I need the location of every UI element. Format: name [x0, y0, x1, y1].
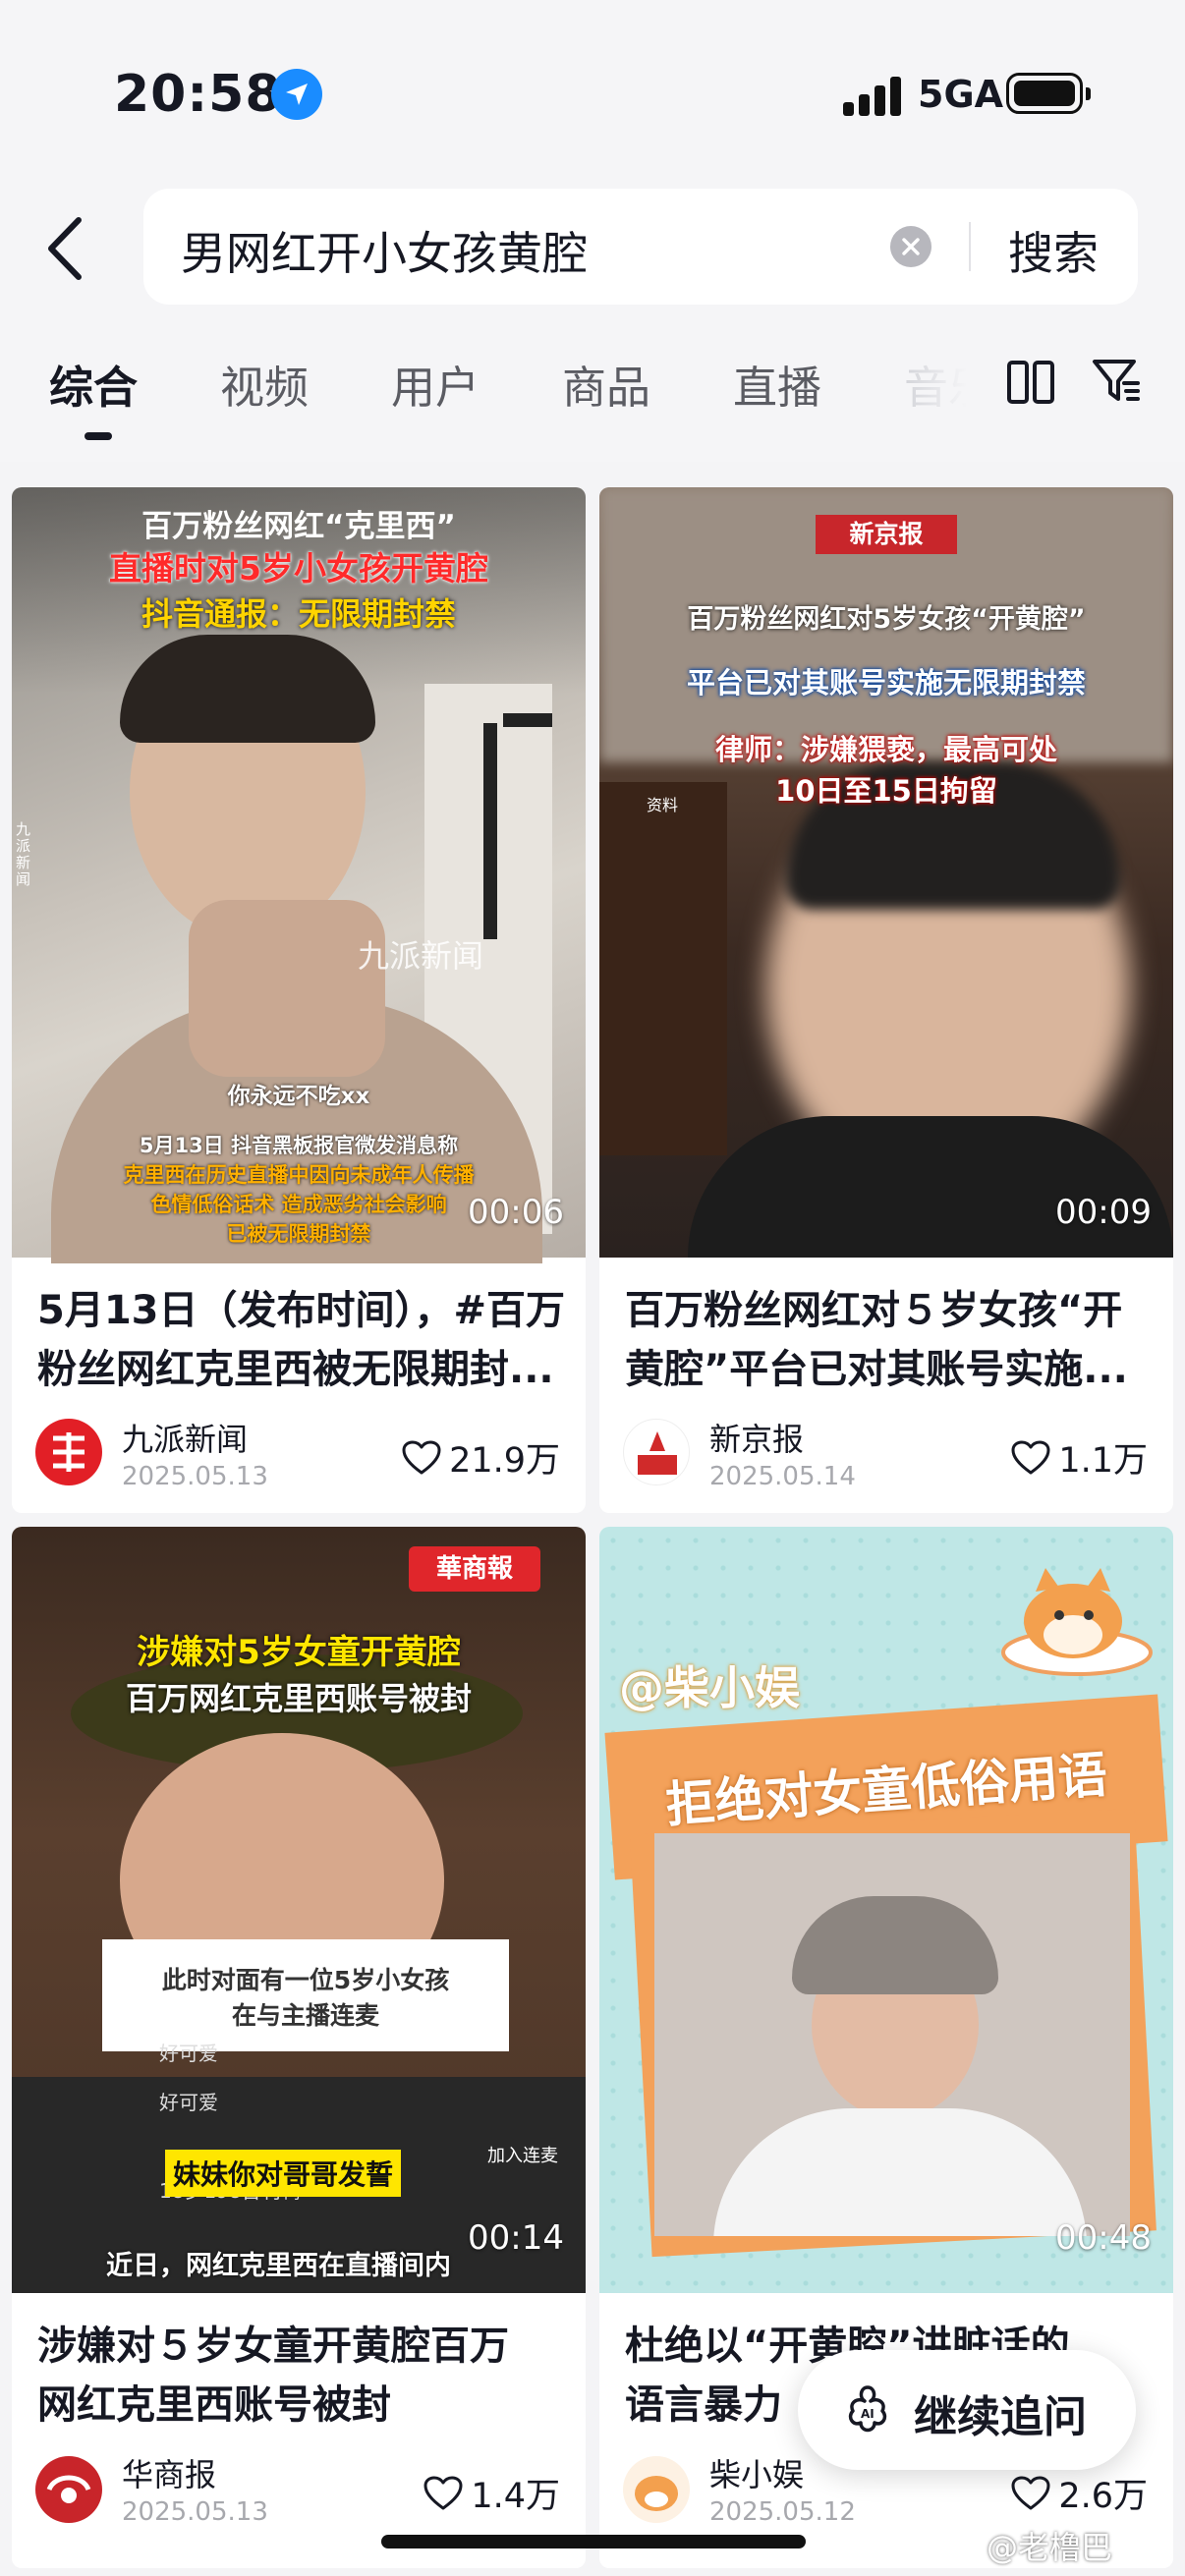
search-results-screen: 20:58 5GA 男网红开小女孩黄腔 搜索 综合 视频 用户 商品 直播 音乐 [0, 0, 1185, 2576]
dog-mascot-icon [988, 1544, 1156, 1682]
video-thumbnail[interactable]: 華商報 涉嫌对5岁女童开黄腔 百万网红克里西账号被封 此时对面有一位5岁小女孩 … [12, 1527, 586, 2293]
like-count[interactable]: 21.9万 [402, 1432, 560, 1483]
network-type: 5GA [918, 73, 1004, 116]
thumb-note: 5月13日 抖音黑板报官微发消息称 [139, 1134, 459, 1157]
thumb-caption: 百万粉丝网红对5岁女孩“开黄腔” [687, 604, 1086, 635]
result-card[interactable]: 百万粉丝网红“克里西” 直播时对5岁小女孩开黄腔 抖音通报：无限期封禁 九派新闻… [12, 487, 586, 1513]
thumb-handle: @柴小娱 [619, 1661, 800, 1714]
search-button[interactable]: 搜索 [1008, 218, 1099, 283]
tab-products[interactable]: 商品 [562, 352, 650, 416]
thumb-caption: 涉嫌对5岁女童开黄腔 [137, 1633, 461, 1672]
video-duration: 00:14 [468, 2218, 564, 2258]
thumb-watermark: 九派新闻 [358, 937, 484, 975]
author-avatar[interactable] [623, 1419, 690, 1485]
thumb-highlight: 妹妹你对哥哥发誓 [165, 2150, 402, 2197]
filter-icon[interactable] [1091, 356, 1142, 407]
thumb-caption: 抖音通报：无限期封禁 [141, 595, 456, 633]
follow-up-label: 继续追问 [914, 2392, 1087, 2442]
thumb-chat: 好可爱 [159, 2091, 218, 2114]
tab-comprehensive[interactable]: 综合 [49, 352, 138, 416]
thumb-caption: 百万粉丝网红“克里西” [141, 509, 456, 544]
thumb-caption: 律师：涉嫌猥亵，最高可处 [714, 733, 1057, 766]
publish-date: 2025.05.14 [709, 1462, 856, 1491]
thumb-subtitle: 你永远不吃xx [227, 1084, 370, 1109]
search-bar[interactable]: 男网红开小女孩黄腔 搜索 [143, 189, 1138, 305]
publish-date: 2025.05.13 [122, 2497, 268, 2527]
thumb-subtitle: 近日，网红克里西在直播间内 [106, 2251, 451, 2281]
result-card[interactable]: 華商報 涉嫌对5岁女童开黄腔 百万网红克里西账号被封 此时对面有一位5岁小女孩 … [12, 1527, 586, 2568]
result-card[interactable]: 新京报 百万粉丝网红对5岁女孩“开黄腔” 平台已对其账号实施无限期封禁 律师：涉… [599, 487, 1173, 1513]
thumb-chat: 加入连麦 [487, 2146, 558, 2166]
thumb-badge: 新京报 [816, 515, 957, 554]
author-avatar[interactable] [35, 2456, 102, 2523]
result-title[interactable]: 涉嫌对５岁女童开黄腔百万 网红克里西账号被封 [37, 2317, 568, 2435]
publish-date: 2025.05.12 [709, 2497, 856, 2527]
clear-search-icon[interactable] [890, 226, 931, 267]
battery-icon [1006, 73, 1091, 114]
status-time: 20:58 [114, 65, 282, 124]
back-arrow-icon[interactable] [41, 212, 94, 285]
layout-toggle-icon[interactable] [1006, 360, 1055, 405]
thumb-textbox: 此时对面有一位5岁小女孩 在与主播连麦 [102, 1939, 509, 2051]
author-name[interactable]: 柴小娱 [709, 2450, 804, 2495]
result-title[interactable]: 百万粉丝网红对５岁女孩“开 黄腔”平台已对其账号实施... [625, 1281, 1156, 1399]
publish-date: 2025.05.13 [122, 1462, 268, 1491]
weibo-watermark: @老橹巴 [987, 2529, 1113, 2566]
svg-text:AI: AI [861, 2407, 875, 2421]
like-count[interactable]: 2.6万 [1011, 2468, 1148, 2518]
active-tab-indicator [85, 432, 112, 440]
follow-up-button[interactable]: AI 继续追问 [798, 2350, 1136, 2470]
author-avatar[interactable] [35, 1419, 102, 1485]
heart-icon [423, 2476, 463, 2509]
thumb-side-label: 九派新闻 [16, 820, 31, 888]
thumb-note: 克里西在历史直播中因向未成年人传播 [123, 1163, 475, 1187]
cellular-signal-icon [843, 75, 904, 116]
author-name[interactable]: 新京报 [709, 1415, 804, 1460]
tab-users[interactable]: 用户 [391, 352, 480, 416]
thumb-photo [654, 1833, 1130, 2236]
thumb-caption: 10日至15日拘留 [775, 774, 997, 808]
tab-video[interactable]: 视频 [220, 352, 309, 416]
video-thumbnail[interactable]: 新京报 百万粉丝网红对5岁女孩“开黄腔” 平台已对其账号实施无限期封禁 律师：涉… [599, 487, 1173, 1258]
thumb-chat: 好可爱 [159, 2042, 218, 2065]
video-duration: 00:48 [1055, 2218, 1152, 2258]
author-name[interactable]: 九派新闻 [122, 1415, 248, 1460]
video-duration: 00:09 [1055, 1193, 1152, 1232]
video-duration: 00:06 [468, 1193, 564, 1232]
video-thumbnail[interactable]: @柴小娱 拒绝对女童低俗用语 00:48 [599, 1527, 1173, 2293]
location-arrow-icon [271, 69, 322, 120]
ai-flower-icon: AI [839, 2381, 896, 2438]
thumb-badge: 華商報 [409, 1546, 540, 1592]
status-bar: 20:58 5GA [0, 0, 1185, 196]
tab-live[interactable]: 直播 [733, 352, 821, 416]
video-thumbnail[interactable]: 百万粉丝网红“克里西” 直播时对5岁小女孩开黄腔 抖音通报：无限期封禁 九派新闻… [12, 487, 586, 1263]
thumb-caption: 平台已对其账号实施无限期封禁 [686, 666, 1086, 700]
heart-icon [1011, 2476, 1050, 2509]
author-name[interactable]: 华商报 [122, 2450, 216, 2495]
search-divider [969, 222, 971, 271]
like-count[interactable]: 1.1万 [1011, 1432, 1148, 1483]
thumb-small-label: 资料 [647, 796, 679, 814]
thumb-caption: 直播时对5岁小女孩开黄腔 [109, 549, 488, 588]
thumb-caption: 百万网红克里西账号被封 [125, 1680, 472, 1717]
home-indicator[interactable] [381, 2535, 806, 2548]
like-count[interactable]: 1.4万 [423, 2468, 560, 2518]
heart-icon [1011, 1440, 1050, 1474]
heart-icon [402, 1440, 441, 1474]
search-input[interactable]: 男网红开小女孩黄腔 [181, 218, 588, 283]
tabs-fade [884, 334, 1002, 432]
author-avatar[interactable] [623, 2456, 690, 2523]
result-title[interactable]: 5月13日（发布时间），#百万 粉丝网红克里西被无限期封... [37, 1281, 568, 1399]
